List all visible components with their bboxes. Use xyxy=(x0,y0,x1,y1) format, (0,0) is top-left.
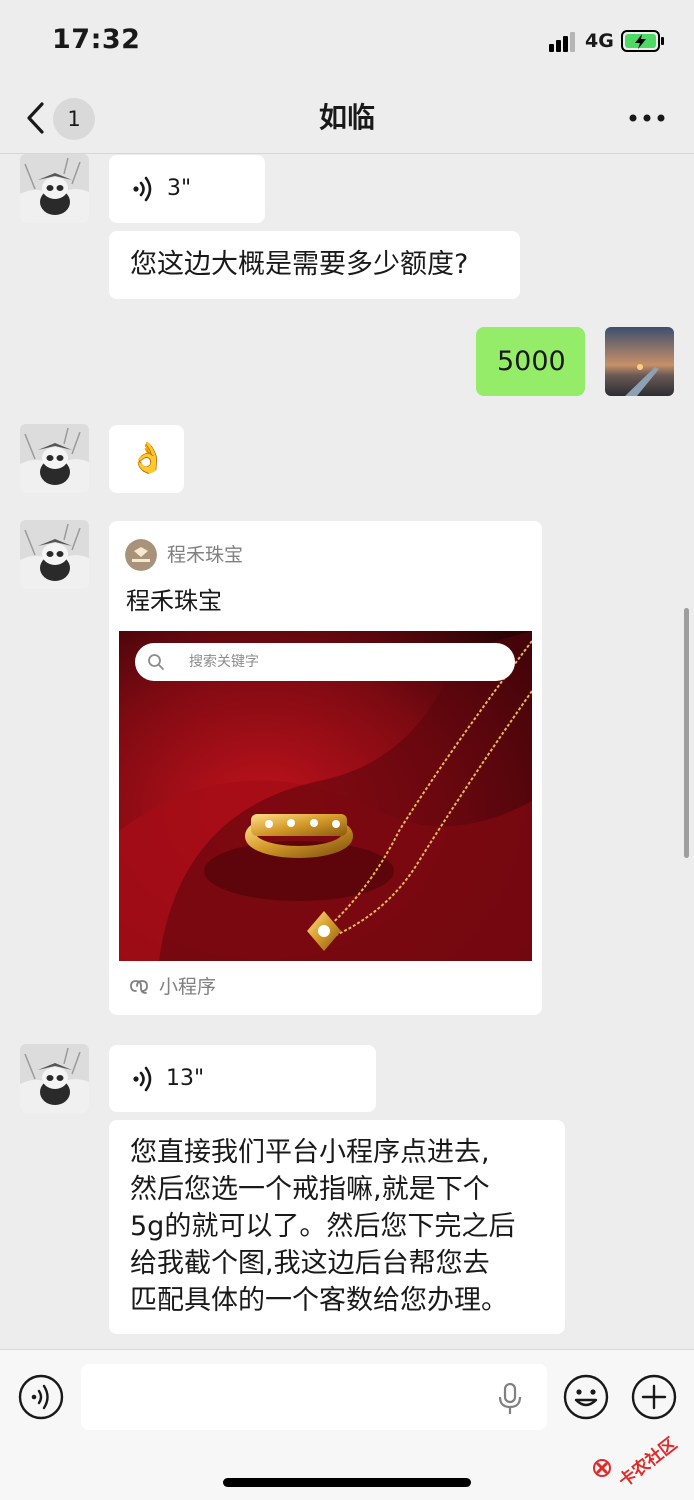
panda-avatar-icon xyxy=(20,1044,89,1113)
contact-avatar[interactable] xyxy=(20,520,89,589)
my-avatar[interactable] xyxy=(605,327,674,396)
voice-input-toggle-icon[interactable] xyxy=(18,1374,64,1420)
scroll-indicator[interactable] xyxy=(684,608,689,858)
image-search-bar: 搜索关键字 xyxy=(135,643,515,681)
chat-input-bar xyxy=(0,1349,694,1500)
voice-duration: 13" xyxy=(166,1066,205,1091)
message-text: 您这边大概是需要多少额度? xyxy=(130,249,469,280)
message-line: 5g的就可以了。然后您下完之后 xyxy=(130,1211,516,1242)
voice-wave-icon xyxy=(133,1066,152,1092)
mini-program-card[interactable]: 程禾珠宝 程禾珠宝 搜索关键字 小程序 xyxy=(109,521,542,1015)
message-line: 然后您选一个戒指嘛,就是下个 xyxy=(130,1174,490,1205)
microphone-icon[interactable] xyxy=(497,1382,523,1416)
status-bar: 17:32 4G xyxy=(0,0,694,84)
message-line: 您直接我们平台小程序点进去, xyxy=(130,1137,490,1168)
emoji-message-bubble[interactable]: 👌 xyxy=(109,425,184,493)
search-icon xyxy=(148,654,164,670)
message-input[interactable] xyxy=(81,1364,547,1430)
ok-hand-emoji: 👌 xyxy=(129,441,167,476)
search-placeholder: 搜索关键字 xyxy=(189,654,259,670)
mini-program-label: 小程序 xyxy=(159,976,217,998)
status-time: 17:32 xyxy=(52,24,141,55)
message-text: 5000 xyxy=(497,346,566,377)
card-title: 程禾珠宝 xyxy=(126,587,222,615)
panda-avatar-icon xyxy=(20,154,89,223)
chat-title: 如临 xyxy=(318,101,375,134)
voice-wave-icon xyxy=(133,176,152,202)
signal-icon xyxy=(549,32,575,52)
voice-duration: 3" xyxy=(167,176,192,201)
my-text-message-bubble[interactable]: 5000 xyxy=(476,327,585,396)
battery-charging-icon xyxy=(621,30,664,52)
chat-nav-bar: 1 如临 xyxy=(0,84,694,154)
text-message-bubble[interactable]: 您这边大概是需要多少额度? xyxy=(109,231,520,299)
voice-message-bubble[interactable]: 13" xyxy=(109,1045,376,1112)
sunset-avatar-icon xyxy=(605,327,674,396)
voice-message-bubble[interactable]: 3" xyxy=(109,155,265,223)
brand-logo xyxy=(125,539,157,571)
panda-avatar-icon xyxy=(20,520,89,589)
contact-avatar[interactable] xyxy=(20,424,89,493)
mini-program-icon xyxy=(130,980,148,994)
panda-avatar-icon xyxy=(20,424,89,493)
message-text: 您直接我们平台小程序点进去, 然后您选一个戒指嘛,就是下个 5g的就可以了。然后… xyxy=(130,1134,515,1319)
more-options-icon[interactable] xyxy=(628,108,666,128)
card-source-name: 程禾珠宝 xyxy=(167,544,244,566)
home-indicator xyxy=(223,1478,471,1487)
jewelry-preview-image: 搜索关键字 xyxy=(119,631,532,961)
network-label: 4G xyxy=(585,30,614,52)
message-line: 匹配具体的一个客数给您办理。 xyxy=(130,1285,508,1316)
contact-avatar[interactable] xyxy=(20,154,89,223)
text-message-bubble[interactable]: 您直接我们平台小程序点进去, 然后您选一个戒指嘛,就是下个 5g的就可以了。然后… xyxy=(109,1120,565,1334)
message-line: 给我截个图,我这边后台帮您去 xyxy=(130,1248,490,1279)
contact-avatar[interactable] xyxy=(20,1044,89,1113)
